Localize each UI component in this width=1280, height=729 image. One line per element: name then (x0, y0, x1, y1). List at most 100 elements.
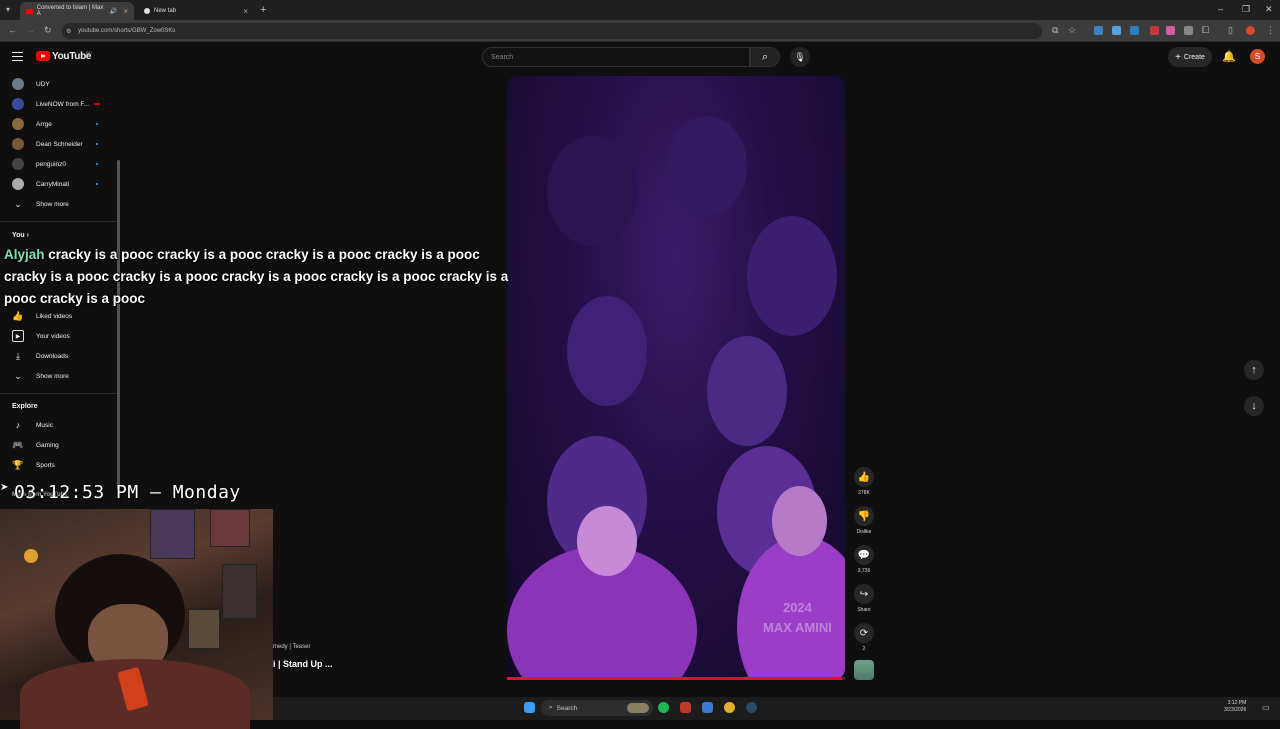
share-action[interactable]: ↪ Share (854, 584, 874, 613)
sidebar-item-subscription[interactable]: UDY (0, 75, 118, 93)
back-icon[interactable]: ← (8, 25, 17, 35)
app-icon[interactable] (680, 702, 691, 713)
search-highlight-icon (627, 703, 649, 713)
previous-short-button[interactable]: ↑ (1244, 360, 1264, 380)
notification-center-icon[interactable]: ▭ (1262, 703, 1270, 712)
sidebar-item-gaming[interactable]: 🎮 Gaming (0, 436, 118, 454)
sidebar-scrollbar[interactable] (117, 160, 120, 490)
install-app-icon[interactable]: ⧉ (1052, 25, 1058, 36)
create-label: Create (1183, 53, 1205, 61)
share-icon[interactable]: ↪ (854, 584, 874, 604)
sidebar-item-downloads[interactable]: ⤓ Downloads (0, 347, 118, 365)
browser-tab-strip: ▾ Converted to Islam | Max A 🔊 × New tab… (0, 0, 1280, 20)
youtube-logo-icon[interactable] (36, 51, 50, 61)
sidebar-item-subscription[interactable]: Arrge (0, 115, 118, 133)
like-action[interactable]: 👍 278K (854, 467, 874, 496)
extension-icon[interactable] (1166, 26, 1175, 35)
video-progress-bar[interactable] (507, 677, 845, 680)
speaker-icon[interactable]: 🔊 (110, 8, 117, 15)
new-tab-plus-icon[interactable]: + (260, 4, 266, 16)
like-icon[interactable]: 👍 (854, 467, 874, 487)
close-window-icon[interactable]: ✕ (1265, 4, 1273, 15)
hamburger-menu-icon[interactable] (12, 52, 23, 61)
next-short-button[interactable]: ↓ (1244, 396, 1264, 416)
close-tab-icon[interactable]: × (243, 7, 248, 16)
extension-icon[interactable] (1184, 26, 1193, 35)
windows-start-icon[interactable] (524, 702, 535, 713)
sidebar-item-label: Dean Schneider (36, 140, 83, 148)
chrome-favicon-icon (144, 8, 150, 14)
search-button[interactable]: ⌕ (750, 47, 780, 67)
search-input[interactable]: Search (482, 47, 750, 67)
channel-avatar-icon (12, 138, 24, 150)
channel-thumbnail[interactable] (854, 660, 874, 680)
extension-icon[interactable] (1094, 26, 1103, 35)
remix-icon[interactable]: ⟳ (854, 623, 874, 643)
crowd-shape (667, 116, 747, 216)
minimize-icon[interactable]: – (1218, 4, 1223, 14)
download-icon: ⤓ (16, 350, 20, 361)
search-icon: ⌕ (761, 50, 769, 63)
sidebar-item-subscription[interactable]: LiveNOW from F... (0, 95, 118, 113)
restore-icon[interactable]: ❐ (1242, 4, 1250, 15)
sidebar-item-sports[interactable]: 🏆 Sports (0, 456, 118, 474)
country-code: SO (86, 50, 92, 55)
chevron-down-icon: ⌄ (14, 370, 22, 381)
sidebar-item-label: Sports (36, 461, 55, 469)
chat-username: Alyjah (4, 247, 45, 262)
show-more-subscriptions-button[interactable]: ⌄ Show more (0, 195, 118, 213)
you-heading-text: You (12, 232, 25, 239)
app-icon[interactable] (702, 702, 713, 713)
channel-avatar-icon (12, 78, 24, 90)
watermark-name: MAX AMINI (763, 620, 832, 635)
wall-poster (150, 509, 195, 559)
steam-icon[interactable] (746, 702, 757, 713)
tab-new-tab[interactable]: New tab × (138, 2, 254, 20)
extension-icon[interactable] (1112, 26, 1121, 35)
crowd-shape (547, 136, 637, 246)
sidebar-item-your-videos[interactable]: ▶ Your videos (0, 327, 118, 345)
profile-avatar-icon[interactable] (1246, 26, 1255, 35)
sidebar-item-label: Show more (36, 372, 69, 380)
close-tab-icon[interactable]: × (123, 7, 128, 16)
taskbar-clock[interactable]: 3:12 PM 3/23/2026 (1224, 700, 1246, 714)
sidebar-item-music[interactable]: ♪ Music (0, 416, 118, 434)
bookmark-star-icon[interactable]: ☆ (1068, 25, 1076, 36)
dislike-icon[interactable]: 👎 (854, 506, 874, 526)
taskbar-search[interactable]: ⌕ Search (541, 700, 653, 716)
arrow-down-icon: ↓ (1251, 400, 1257, 412)
remix-action[interactable]: ⟳ 2 (854, 623, 874, 652)
comment-icon[interactable]: 💬 (854, 545, 874, 565)
extension-icon[interactable] (1150, 26, 1159, 35)
show-more-you-button[interactable]: ⌄ Show more (0, 367, 118, 385)
sidebar-item-subscription[interactable]: CarryMinati (0, 175, 118, 193)
chrome-icon[interactable] (724, 702, 735, 713)
reload-icon[interactable]: ↻ (44, 25, 52, 36)
spotify-icon[interactable] (658, 702, 669, 713)
dislike-action[interactable]: 👎 Dislike (854, 506, 874, 535)
you-section-heading[interactable]: You › (12, 232, 29, 239)
extension-icon[interactable] (1130, 26, 1139, 35)
more-options-icon[interactable]: ⋮ (1266, 25, 1275, 36)
channel-avatar-icon (12, 178, 24, 190)
sidebar-item-subscription[interactable]: Dean Schneider (0, 135, 118, 153)
shorts-video-player[interactable] (507, 76, 845, 679)
teaser-title[interactable]: i | Stand Up ... (273, 659, 333, 669)
create-button[interactable]: + Create (1168, 47, 1212, 67)
tab-youtube[interactable]: Converted to Islam | Max A 🔊 × (20, 2, 134, 20)
account-avatar[interactable]: S (1250, 49, 1265, 64)
address-bar[interactable]: ⚙ youtube.com/shorts/GBW_Zow0SKs (62, 23, 1042, 39)
windows-taskbar (273, 697, 1280, 720)
forward-icon[interactable]: → (26, 25, 35, 35)
extensions-puzzle-icon[interactable]: ⧠ (1202, 25, 1209, 36)
sidebar-item-subscription[interactable]: penguinz0 (0, 155, 118, 173)
site-info-icon[interactable]: ⚙ (66, 28, 71, 35)
voice-search-button[interactable]: 🎙 (790, 47, 810, 67)
crowd-shape (707, 336, 787, 446)
notifications-bell-icon[interactable]: 🔔 (1222, 50, 1236, 63)
sidebar-item-label: Music (36, 421, 53, 429)
tab-menu-icon[interactable]: ▾ (6, 5, 10, 14)
comments-action[interactable]: 💬 3,736 (854, 545, 874, 574)
comment-count: 3,736 (857, 568, 871, 574)
menu-sidebar-icon[interactable]: ▯ (1228, 25, 1233, 36)
